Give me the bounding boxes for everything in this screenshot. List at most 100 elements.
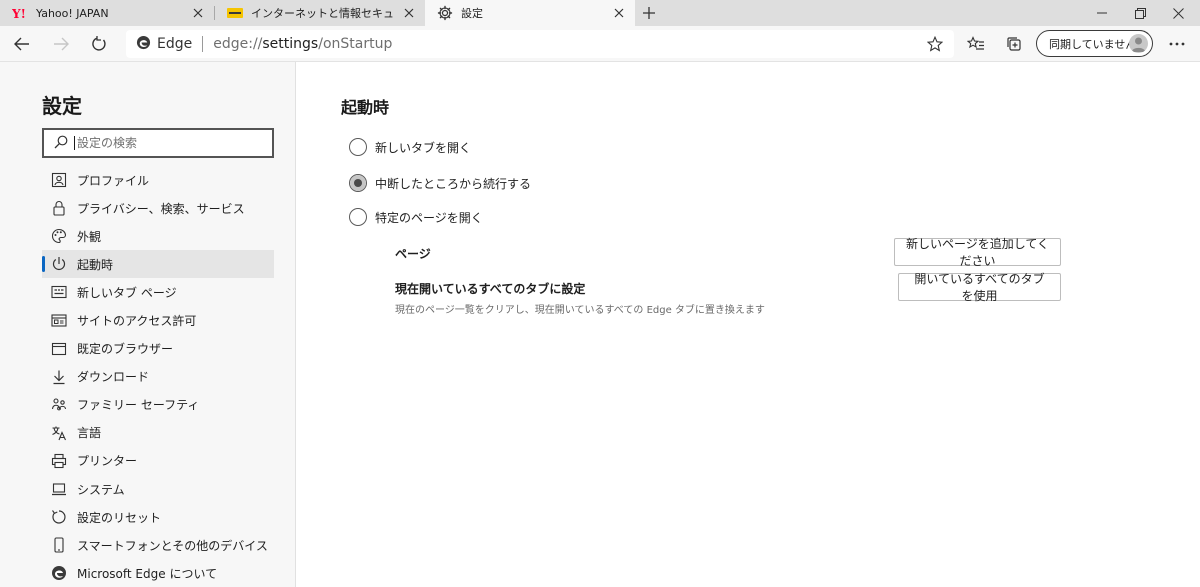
palette-icon xyxy=(50,227,68,245)
edge-icon xyxy=(136,35,151,54)
sidebar-item-label: サイトのアクセス許可 xyxy=(77,314,197,329)
radio-dot xyxy=(354,179,362,187)
profile-sync-label: 同期していません xyxy=(1049,37,1137,51)
sidebar-item-label: スマートフォンとその他のデバイス xyxy=(77,538,268,553)
printer-icon xyxy=(50,452,68,470)
add-page-button[interactable]: 新しいページを追加してください xyxy=(894,237,1061,268)
url-path: /onStartup xyxy=(318,36,393,52)
text-caret xyxy=(74,136,75,150)
use-open-tabs-button[interactable]: 開いているすべてのタブを使用 xyxy=(898,272,1061,303)
collections-icon[interactable] xyxy=(1001,31,1027,57)
sidebar-item-downloads[interactable]: ダウンロード xyxy=(42,363,274,391)
system-icon xyxy=(50,480,68,498)
tab-strip: Y! Yahoo! JAPAN インターネットと情報セキュリティの最新 設定 xyxy=(0,0,1200,26)
sidebar-item-label: 既定のブラウザー xyxy=(77,342,174,357)
new-tab-page-icon xyxy=(50,283,68,301)
site-permissions-icon xyxy=(50,312,68,330)
profile-icon xyxy=(50,171,68,189)
sidebar-item-system[interactable]: システム xyxy=(42,475,274,503)
search-icon xyxy=(54,134,68,153)
sidebar-item-label: Microsoft Edge について xyxy=(77,566,218,581)
refresh-button[interactable] xyxy=(86,31,112,57)
tab-settings[interactable]: 設定 xyxy=(425,0,635,26)
power-icon xyxy=(50,255,68,273)
profile-sync-button[interactable]: 同期していません xyxy=(1036,30,1153,57)
sidebar-item-label: 設定のリセット xyxy=(77,510,162,525)
sidebar-item-label: ファミリー セーフティ xyxy=(77,398,200,413)
sidebar-item-languages[interactable]: 言語 xyxy=(42,419,274,447)
language-icon xyxy=(50,424,68,442)
tab-security-site[interactable]: インターネットと情報セキュリティの最新 xyxy=(215,0,425,26)
favorites-icon[interactable] xyxy=(963,31,989,57)
url-scheme: edge:// xyxy=(213,36,263,52)
sidebar-item-default-browser[interactable]: 既定のブラウザー xyxy=(42,335,274,363)
url-host: settings xyxy=(262,36,319,52)
option-label: 特定のページを開く xyxy=(375,210,483,225)
address-brand: Edge xyxy=(157,36,193,52)
favorite-star-icon[interactable] xyxy=(926,35,944,53)
sidebar-item-family-safety[interactable]: ファミリー セーフティ xyxy=(42,391,274,419)
pages-label: ページ xyxy=(395,247,431,261)
sidebar-title: 設定 xyxy=(42,94,82,118)
sidebar-item-label: プロファイル xyxy=(77,173,150,188)
avatar xyxy=(1129,34,1148,53)
settings-nav: プロファイル プライバシー、検索、サービス 外観 起動時 新しいタブ ページ サ… xyxy=(42,166,274,587)
sidebar-item-label: プライバシー、検索、サービス xyxy=(77,201,245,216)
option-continue[interactable]: 中断したところから続行する xyxy=(349,173,531,193)
radio-button-checked[interactable] xyxy=(349,174,367,192)
minimize-button[interactable] xyxy=(1084,0,1120,26)
reset-icon xyxy=(50,508,68,526)
sidebar-item-privacy[interactable]: プライバシー、検索、サービス xyxy=(42,194,274,222)
more-options-icon[interactable] xyxy=(1164,31,1190,57)
sidebar-item-appearance[interactable]: 外観 xyxy=(42,222,274,250)
phone-icon xyxy=(50,536,68,554)
settings-content: 起動時 新しいタブを開く 中断したところから続行する 特定のページを開く ページ… xyxy=(297,62,1200,587)
tab-title: Yahoo! JAPAN xyxy=(36,6,109,20)
close-icon[interactable] xyxy=(401,5,417,21)
sidebar-item-reset[interactable]: 設定のリセット xyxy=(42,503,274,531)
lock-icon xyxy=(50,199,68,217)
search-input[interactable] xyxy=(77,136,257,150)
option-label: 中断したところから続行する xyxy=(375,176,532,191)
sidebar-item-site-permissions[interactable]: サイトのアクセス許可 xyxy=(42,306,274,334)
use-current-tabs-label: 現在開いているすべてのタブに設定 xyxy=(395,282,586,296)
page-title: 起動時 xyxy=(341,98,390,117)
restore-button[interactable] xyxy=(1122,0,1158,26)
sidebar-item-startup[interactable]: 起動時 xyxy=(42,250,274,279)
sidebar-item-label: 新しいタブ ページ xyxy=(77,285,177,300)
close-icon[interactable] xyxy=(190,5,206,21)
sidebar-item-about[interactable]: Microsoft Edge について xyxy=(42,559,274,587)
sidebar-item-label: 起動時 xyxy=(77,257,114,272)
radio-button[interactable] xyxy=(349,208,367,226)
option-specific-pages[interactable]: 特定のページを開く xyxy=(349,207,483,227)
sidebar-item-phone-devices[interactable]: スマートフォンとその他のデバイス xyxy=(42,531,274,559)
sidebar-item-printers[interactable]: プリンター xyxy=(42,447,274,475)
edge-icon xyxy=(50,564,68,582)
use-current-tabs-description: 現在のページ一覧をクリアし、現在開いているすべての Edge タブに置き換えます xyxy=(395,305,765,316)
browser-icon xyxy=(50,340,68,358)
new-tab-button[interactable] xyxy=(638,2,660,24)
window-close-button[interactable] xyxy=(1160,0,1196,26)
sidebar-item-label: ダウンロード xyxy=(77,370,150,385)
option-new-tab[interactable]: 新しいタブを開く xyxy=(349,137,471,157)
tab-yahoo[interactable]: Y! Yahoo! JAPAN xyxy=(0,0,214,26)
address-bar[interactable]: Edge edge://settings/onStartup xyxy=(126,30,954,58)
sidebar-item-new-tab-page[interactable]: 新しいタブ ページ xyxy=(42,278,274,306)
sidebar-item-label: プリンター xyxy=(77,454,138,469)
sidebar-item-label: 外観 xyxy=(77,229,102,244)
sidebar-item-label: 言語 xyxy=(77,426,102,441)
svg-text:Y!: Y! xyxy=(12,7,26,19)
tab-title: 設定 xyxy=(461,7,483,20)
address-separator xyxy=(202,36,204,52)
radio-button[interactable] xyxy=(349,138,367,156)
option-label: 新しいタブを開く xyxy=(375,140,472,155)
close-icon[interactable] xyxy=(611,5,627,21)
settings-search[interactable] xyxy=(42,128,274,158)
family-icon xyxy=(50,396,68,414)
forward-button[interactable] xyxy=(48,31,74,57)
gear-icon xyxy=(437,5,453,21)
toolbar: Edge edge://settings/onStartup 同期していません xyxy=(0,26,1200,62)
sidebar-item-label: システム xyxy=(77,482,125,497)
sidebar-item-profile[interactable]: プロファイル xyxy=(42,166,274,194)
back-button[interactable] xyxy=(9,31,35,57)
